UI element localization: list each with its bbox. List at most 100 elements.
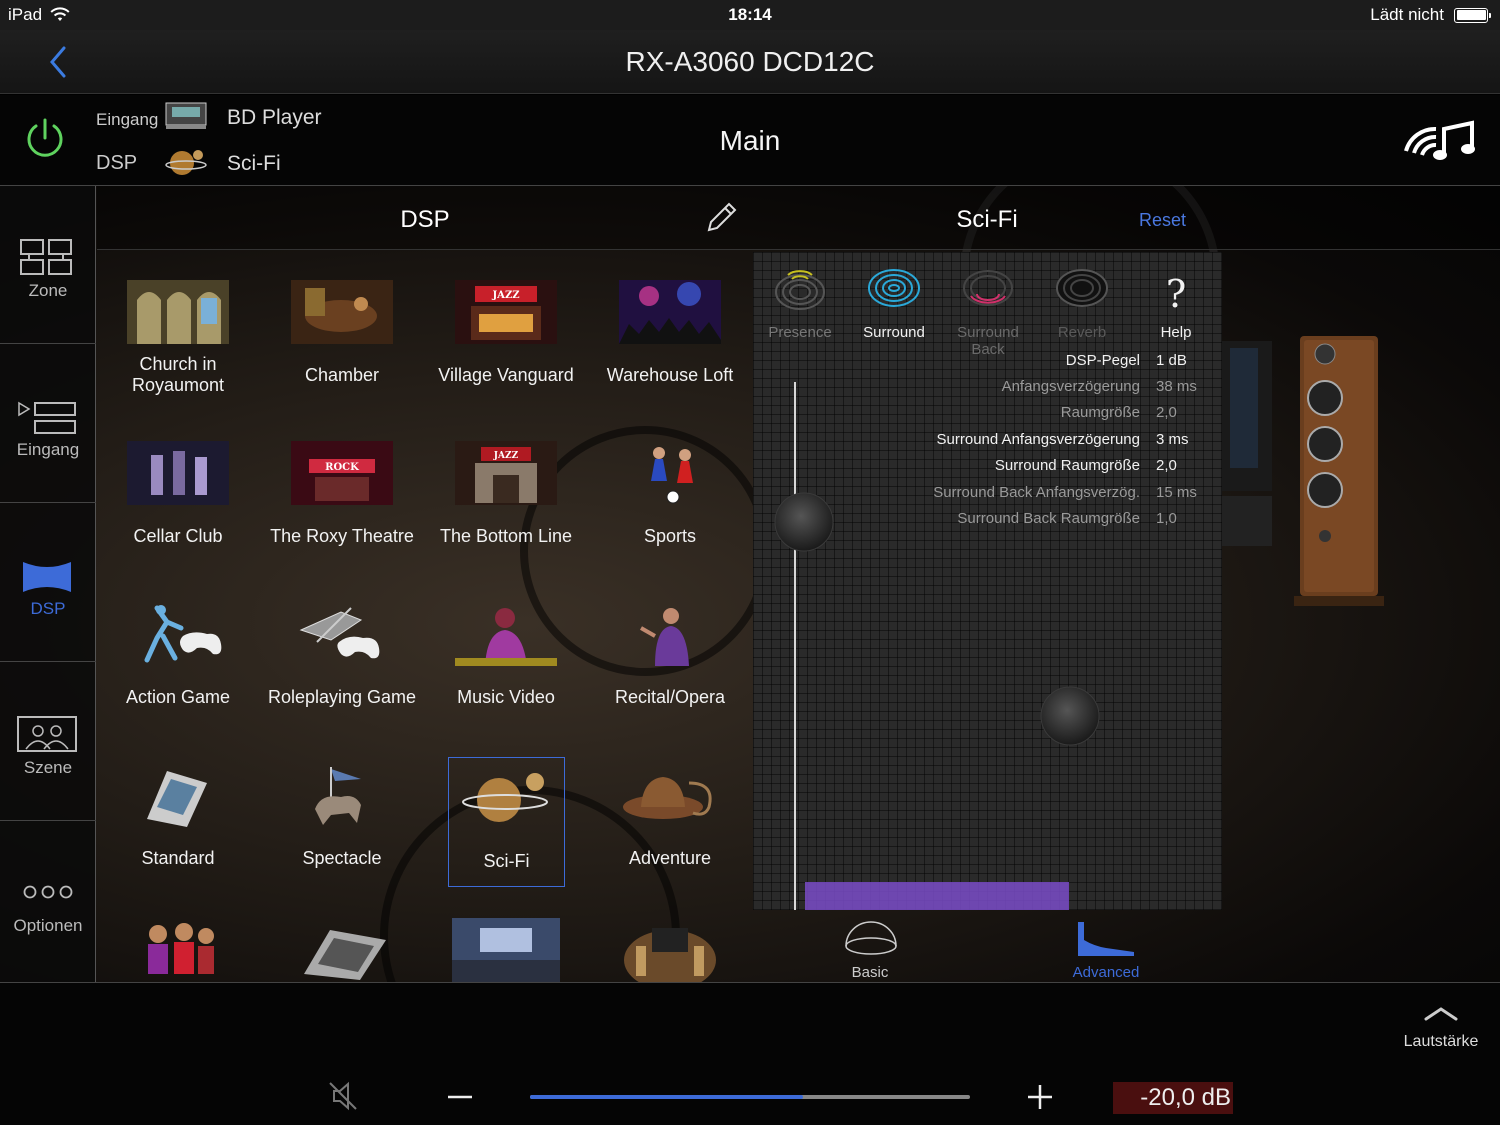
program-name: Adventure <box>628 847 712 868</box>
tab-label: Basic <box>851 964 889 981</box>
program-name: The Roxy Theatre <box>270 525 414 546</box>
more-options-icon <box>23 885 73 899</box>
film-reel-thumbnail <box>304 930 386 980</box>
program-sci-fi[interactable]: Sci-Fi <box>448 757 565 887</box>
mode-tabs: Basic Advanced <box>753 910 1222 982</box>
battery-icon <box>1454 7 1491 23</box>
input-value: BD Player <box>227 106 322 129</box>
svg-text:ROCK: ROCK <box>325 462 359 473</box>
program-cellar-club[interactable]: Cellar Club <box>103 433 253 559</box>
musiccast-icon[interactable] <box>1400 115 1482 165</box>
singer-thumbnail <box>455 608 557 666</box>
jazz-club-thumbnail: JAZZ <box>455 280 557 344</box>
concert-thumbnail <box>619 280 721 344</box>
program-sports[interactable]: Sports <box>595 433 745 559</box>
sidebar-item-dsp[interactable]: DSP <box>0 504 96 662</box>
program-title: Sci-Fi <box>956 206 1018 233</box>
sound-field-panel: Presence Surround Surround Back Reverb ?… <box>753 252 1222 910</box>
program-adventure[interactable]: Adventure <box>595 755 745 881</box>
status-header: Eingang BD Player DSP Sci-Fi Main <box>0 95 1500 186</box>
program-name: Music Video <box>457 686 555 707</box>
device-title: RX-A3060 DCD12C <box>625 46 875 77</box>
cinema-hall-thumbnail <box>452 918 560 982</box>
program-the-bottom-line[interactable]: JAZZ The Bottom Line <box>431 433 581 559</box>
clock: 18:14 <box>728 5 772 24</box>
program-warehouse-loft[interactable]: Warehouse Loft <box>595 272 745 398</box>
program-music-video[interactable]: Music Video <box>431 594 581 720</box>
sidebar-item-label: Eingang <box>16 440 80 459</box>
volume-footer: Lautstärke -20,0 dB <box>0 982 1500 1125</box>
kids-thumbnail <box>148 923 214 974</box>
program-chamber[interactable]: Chamber <box>267 272 417 398</box>
program-name: Standard <box>141 847 215 868</box>
pencil-icon[interactable] <box>703 200 739 236</box>
program-name: Roleplaying Game <box>267 686 417 707</box>
tab-label: Advanced <box>1072 964 1140 981</box>
program-name: Recital/Opera <box>614 686 726 707</box>
chevron-up-icon <box>1424 1007 1458 1021</box>
program-the-roxy-theatre[interactable]: ROCK The Roxy Theatre <box>267 433 417 559</box>
program-church-in-royaumont[interactable]: Church in Royaumont <box>103 272 253 398</box>
input-label: Eingang <box>96 110 159 129</box>
program-standard[interactable]: Standard <box>103 755 253 881</box>
program-name: Action Game <box>125 686 231 707</box>
dsp-icon <box>23 562 71 592</box>
scene-icon <box>17 716 77 752</box>
reset-button[interactable]: Reset <box>1139 210 1186 231</box>
tab-advanced[interactable]: Advanced <box>1046 916 1166 981</box>
program-action-game[interactable]: Action Game <box>103 594 253 720</box>
home-theater-thumbnail <box>624 928 716 982</box>
charging-status: Lädt nicht <box>1370 5 1444 24</box>
sidebar-item-szene[interactable]: Szene <box>0 663 96 821</box>
hat-whip-thumbnail <box>623 777 712 819</box>
roxy-theatre-thumbnail: ROCK <box>291 441 393 505</box>
reflection-bars <box>805 533 1069 910</box>
speaker-image <box>1220 336 1384 606</box>
sidebar-item-zone[interactable]: Zone <box>0 186 96 344</box>
program-name: Spectacle <box>302 847 382 868</box>
planet-thumbnail <box>462 773 548 822</box>
advanced-graph-icon <box>1078 922 1134 956</box>
film-strip-thumbnail <box>147 771 207 827</box>
tab-basic[interactable]: Basic <box>810 916 930 981</box>
dsp-title: DSP <box>400 206 450 233</box>
dsp-label: DSP <box>96 152 138 174</box>
room-size-handle[interactable] <box>1040 686 1100 746</box>
program-name: Church in Royaumont <box>131 354 225 395</box>
program-recital-opera[interactable]: Recital/Opera <box>595 594 745 720</box>
program-name: Chamber <box>304 364 380 385</box>
program-roleplaying-game[interactable]: Roleplaying Game <box>267 594 417 720</box>
sidebar-item-label: Szene <box>23 758 73 777</box>
power-icon[interactable] <box>22 116 68 162</box>
program-name: Village Vanguard <box>438 364 574 385</box>
volume-toggle[interactable]: Lautstärke <box>1396 1007 1486 1055</box>
dsp-value: Sci-Fi <box>227 152 281 175</box>
volume-display: -20,0 dB <box>1113 1082 1233 1114</box>
church-thumbnail <box>127 280 229 344</box>
input-icon <box>18 401 76 434</box>
program-name: Warehouse Loft <box>606 364 734 385</box>
speaker-mute-icon[interactable] <box>326 1079 360 1113</box>
sidebar-item-label: Zone <box>28 281 68 300</box>
sidebar-item-optionen[interactable]: Optionen <box>0 822 96 980</box>
bottom-line-thumbnail: JAZZ <box>455 441 557 505</box>
soccer-players-thumbnail <box>651 447 693 504</box>
program-village-vanguard[interactable]: JAZZ Village Vanguard <box>431 272 581 398</box>
reflection-graph <box>774 382 1100 910</box>
sci-fi-planet-icon <box>165 150 207 175</box>
program-spectacle[interactable]: Spectacle <box>267 755 417 881</box>
action-game-thumbnail <box>144 605 222 663</box>
opera-singer-thumbnail <box>640 608 689 666</box>
chamber-thumbnail <box>291 280 393 344</box>
delay-handle[interactable] <box>774 492 834 552</box>
dsp-header: DSP Sci-Fi Reset <box>97 186 1500 250</box>
bd-player-icon <box>165 102 207 129</box>
plus-icon[interactable] <box>1024 1081 1056 1113</box>
cellar-club-thumbnail <box>127 441 229 505</box>
svg-text:JAZZ: JAZZ <box>493 451 519 461</box>
volume-slider[interactable] <box>530 1095 970 1099</box>
sidebar-item-eingang[interactable]: Eingang <box>0 345 96 503</box>
minus-icon[interactable] <box>444 1081 476 1113</box>
sidebar-item-label: DSP <box>30 599 66 618</box>
volume-slider-fill <box>530 1095 803 1099</box>
